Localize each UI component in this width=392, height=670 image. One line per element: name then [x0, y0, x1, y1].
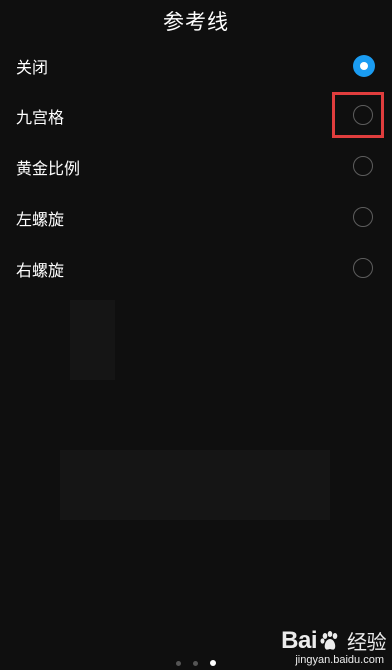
page-dot[interactable]: [193, 660, 198, 666]
page-title: 参考线: [163, 10, 229, 34]
radio-unselected-icon[interactable]: [353, 258, 373, 278]
option-label: 右螺旋: [16, 261, 65, 280]
baidu-jingyan-watermark: Bai 经验 jingyan.baidu.com: [281, 626, 386, 667]
background-artifact: [70, 300, 115, 380]
reference-line-screen: 参考线 关闭 九宫格 黄金比例 左螺旋 右螺旋 Bai 经验 jingyan.b…: [0, 0, 392, 670]
paw-icon: [319, 630, 341, 652]
option-golden-ratio[interactable]: 黄金比例: [0, 142, 392, 192]
highlight-annotation-box: [332, 92, 384, 138]
option-label: 黄金比例: [16, 159, 81, 178]
option-off[interactable]: 关闭: [0, 41, 392, 91]
radio-unselected-icon[interactable]: [353, 207, 373, 227]
watermark-brand-prefix: Bai: [281, 626, 317, 654]
radio-selected-icon[interactable]: [353, 55, 375, 77]
option-label: 左螺旋: [16, 210, 65, 229]
radio-unselected-icon[interactable]: [353, 156, 373, 176]
watermark-brand-suffix: 经验: [347, 632, 387, 654]
background-artifact: [60, 450, 330, 520]
option-label: 关闭: [16, 58, 49, 77]
page-dot-active[interactable]: [210, 660, 216, 666]
option-right-spiral[interactable]: 右螺旋: [0, 244, 392, 294]
option-left-spiral[interactable]: 左螺旋: [0, 193, 392, 243]
watermark-logo: Bai 经验: [281, 626, 386, 655]
option-label: 九宫格: [16, 108, 65, 127]
watermark-url: jingyan.baidu.com: [295, 654, 384, 666]
page-dot[interactable]: [176, 660, 181, 666]
